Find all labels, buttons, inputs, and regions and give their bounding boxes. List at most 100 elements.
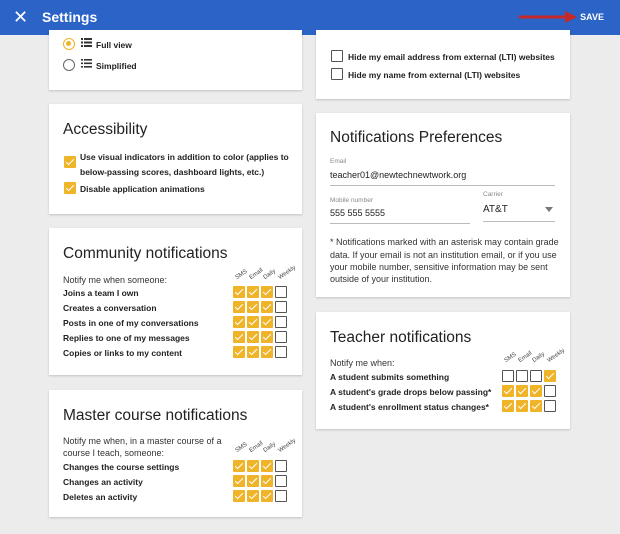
accessibility-card: Accessibility Use visual indicators in a…: [49, 104, 302, 214]
checkbox-weekly[interactable]: [275, 301, 287, 313]
checkbox-email[interactable]: [247, 475, 259, 487]
checkbox-daily[interactable]: [530, 400, 542, 412]
simplified-label: Simplified: [96, 61, 137, 71]
community-row-label: Joins a team I own: [63, 288, 139, 298]
visual-indicators-checkbox[interactable]: [64, 156, 76, 168]
checkbox-email[interactable]: [247, 490, 259, 502]
mobile-field[interactable]: 555 555 5555: [330, 208, 385, 218]
checkbox-daily[interactable]: [261, 490, 273, 502]
checkbox-email[interactable]: [247, 316, 259, 328]
checkbox-weekly[interactable]: [544, 385, 556, 397]
page-title: Settings: [42, 9, 98, 25]
checkbox-weekly[interactable]: [275, 346, 287, 358]
checkbox-daily[interactable]: [530, 370, 542, 382]
hide-name-label: Hide my name from external (LTI) website…: [348, 70, 521, 80]
carrier-select[interactable]: AT&T: [483, 204, 508, 215]
checkbox-weekly[interactable]: [275, 460, 287, 472]
col-weekly: Weekly: [277, 437, 298, 454]
checkbox-email[interactable]: [247, 286, 259, 298]
visual-indicators-label-line1: Use visual indicators in addition to col…: [80, 152, 289, 162]
simplified-radio[interactable]: [63, 59, 75, 71]
checkbox-weekly[interactable]: [275, 316, 287, 328]
arrow-icon: [519, 11, 577, 23]
teacher-row-label: A student submits something: [330, 372, 450, 382]
checkbox-sms[interactable]: [233, 316, 245, 328]
checkbox-daily[interactable]: [261, 316, 273, 328]
checkbox-weekly[interactable]: [275, 490, 287, 502]
checkbox-email[interactable]: [247, 331, 259, 343]
checkbox-weekly[interactable]: [275, 475, 287, 487]
close-icon[interactable]: ✕: [13, 7, 28, 27]
checkbox-email[interactable]: [516, 400, 528, 412]
full-view-radio[interactable]: [63, 38, 75, 50]
checkbox-weekly[interactable]: [544, 370, 556, 382]
teacher-title: Teacher notifications: [330, 329, 472, 346]
master-course-notifications-card: Master course notifications Notify me wh…: [49, 390, 302, 517]
save-button[interactable]: SAVE: [580, 12, 604, 22]
checkbox-email[interactable]: [247, 346, 259, 358]
checkbox-daily[interactable]: [261, 286, 273, 298]
col-email: Email: [248, 267, 265, 281]
col-weekly: Weekly: [277, 264, 298, 281]
teacher-row-label: A student's enrollment status changes*: [330, 402, 489, 412]
teacher-intro: Notify me when:: [330, 358, 395, 368]
checkbox-email[interactable]: [516, 370, 528, 382]
community-row-label: Posts in one of my conversations: [63, 318, 199, 328]
col-daily: Daily: [531, 351, 546, 364]
checkbox-daily[interactable]: [261, 460, 273, 472]
notice-line-3: your mobile number, sensitive informatio…: [330, 262, 548, 272]
chevron-down-icon[interactable]: [545, 207, 553, 212]
checkbox-daily[interactable]: [261, 346, 273, 358]
notice-line-2: data. If your email is not an institutio…: [330, 250, 557, 260]
carrier-underline: [483, 221, 555, 222]
visual-indicators-label-line2: below-passing scores, dashboard lights, …: [80, 167, 265, 177]
hide-email-checkbox[interactable]: [331, 50, 343, 62]
notice-line-4: outside of your institution.: [330, 274, 433, 284]
teacher-row-label: A student's grade drops below passing*: [330, 387, 492, 397]
master-intro-line1: Notify me when, in a master course of a: [63, 436, 222, 446]
compact-list-icon: [81, 59, 92, 68]
col-daily: Daily: [262, 268, 277, 281]
privacy-card: Hide my email address from external (LTI…: [316, 30, 570, 99]
col-sms: SMS: [503, 351, 518, 364]
checkbox-weekly[interactable]: [544, 400, 556, 412]
checkbox-sms[interactable]: [233, 301, 245, 313]
mobile-label: Mobile number: [330, 197, 373, 204]
checkbox-email[interactable]: [516, 385, 528, 397]
checkbox-sms[interactable]: [233, 475, 245, 487]
carrier-label: Carrier: [483, 191, 503, 198]
checkbox-sms[interactable]: [502, 400, 514, 412]
checkbox-email[interactable]: [247, 460, 259, 472]
col-email: Email: [517, 350, 534, 364]
notice-line-1: * Notifications marked with an asterisk …: [330, 237, 559, 247]
view-mode-card: Full view Simplified: [49, 30, 302, 90]
checkbox-email[interactable]: [247, 301, 259, 313]
full-view-label: Full view: [96, 40, 132, 50]
checkbox-daily[interactable]: [261, 331, 273, 343]
checkbox-daily[interactable]: [530, 385, 542, 397]
checkbox-daily[interactable]: [261, 475, 273, 487]
master-row-label: Changes the course settings: [63, 462, 180, 472]
disable-animations-checkbox[interactable]: [64, 182, 76, 194]
checkbox-sms[interactable]: [233, 346, 245, 358]
checkbox-sms[interactable]: [233, 460, 245, 472]
checkbox-sms[interactable]: [233, 331, 245, 343]
disable-animations-label: Disable application animations: [80, 184, 205, 194]
checkbox-sms[interactable]: [233, 286, 245, 298]
email-label: Email: [330, 158, 347, 165]
email-field[interactable]: teacher01@newtechnewtwork.org: [330, 170, 466, 180]
hide-email-label: Hide my email address from external (LTI…: [348, 52, 555, 62]
checkbox-weekly[interactable]: [275, 331, 287, 343]
list-view-icon: [81, 38, 92, 47]
col-weekly: Weekly: [546, 347, 567, 364]
community-row-label: Replies to one of my messages: [63, 333, 190, 343]
checkbox-sms[interactable]: [502, 385, 514, 397]
checkbox-weekly[interactable]: [275, 286, 287, 298]
email-underline: [330, 185, 555, 186]
checkbox-sms[interactable]: [502, 370, 514, 382]
checkbox-daily[interactable]: [261, 301, 273, 313]
community-row-label: Creates a conversation: [63, 303, 157, 313]
mobile-underline: [330, 223, 470, 224]
hide-name-checkbox[interactable]: [331, 68, 343, 80]
checkbox-sms[interactable]: [233, 490, 245, 502]
